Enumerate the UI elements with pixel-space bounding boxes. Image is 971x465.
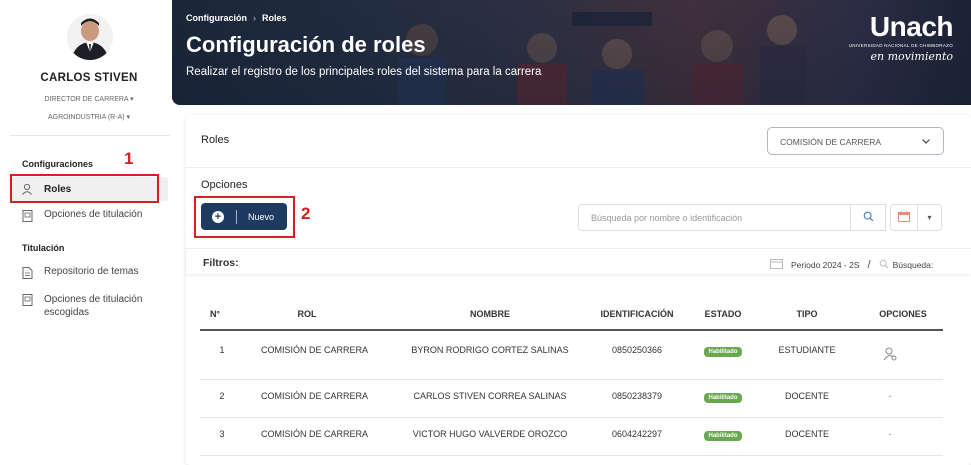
- filter-bar: Filtros: Periodo 2024 - 2S / Búsqueda:: [186, 248, 971, 274]
- status-badge: Habilitado: [704, 393, 742, 403]
- annotation-number-2: 2: [301, 204, 311, 223]
- section-title-configuraciones: Configuraciones: [22, 159, 94, 169]
- breadcrumb-roles: Roles: [262, 13, 287, 23]
- divider: [186, 167, 971, 168]
- divider: [10, 135, 170, 136]
- col-header-tipo: TIPO: [796, 309, 818, 319]
- header-banner: Configuración › Roles Configuración de rol…: [172, 0, 971, 105]
- status-badge: Habilitado: [704, 347, 742, 357]
- filters-label: Filtros:: [203, 257, 239, 269]
- col-header-opciones: OPCIONES: [879, 309, 927, 319]
- sidebar-item-label: Opciones de titulación escogidas: [44, 294, 143, 318]
- sidebar-item-label: Repositorio de temas: [44, 266, 139, 277]
- sidebar-item-opciones-escogidas[interactable]: Opciones de titulación escogidas: [12, 293, 168, 319]
- user-role-select[interactable]: DIRECTOR DE CARRERA ▾: [0, 95, 178, 103]
- period-text: Periodo 2024 - 2S: [791, 259, 860, 270]
- col-header-rol: ROL: [297, 309, 317, 319]
- options-label: Opciones: [201, 179, 248, 191]
- annotation-box-1: [10, 174, 159, 203]
- separator: /: [867, 258, 871, 271]
- card-title: Roles: [201, 134, 230, 146]
- table-row: 2 COMISIÓN DE CARRERA CARLOS STIVEN CORR…: [200, 380, 943, 418]
- unach-logo: Unach UNIVERSIDAD NACIONAL DE CHIMBORAZO…: [848, 11, 954, 64]
- search-input[interactable]: Búsqueda por nombre o identificación: [578, 204, 851, 231]
- search-filter-label: Búsqueda:: [892, 259, 934, 270]
- document-icon: [20, 209, 34, 223]
- sidebar: CARLOS STIVEN DIRECTOR DE CARRERA ▾ AGRO…: [0, 0, 172, 465]
- breadcrumb-configuracion[interactable]: Configuración: [186, 13, 247, 23]
- user-name: CARLOS STIVEN: [40, 72, 138, 84]
- sidebar-item-opciones-titulacion[interactable]: Opciones de titulación: [12, 209, 168, 223]
- table-row: 3 COMISIÓN DE CARRERA VICTOR HUGO VALVER…: [200, 418, 943, 456]
- assign-user-button[interactable]: [880, 347, 900, 363]
- annotation-box-2: [194, 196, 295, 238]
- calendar-button[interactable]: [890, 204, 918, 231]
- search-icon: [879, 259, 889, 271]
- page-title: Configuración de roles: [186, 32, 426, 57]
- col-header-identificacion: IDENTIFICACIÓN: [600, 309, 674, 319]
- col-header-number: N°: [209, 309, 221, 319]
- table-row: 1 COMISIÓN DE CARRERA BYRON RODRIGO CORT…: [200, 333, 943, 380]
- career-select[interactable]: AGROINDUSTRIA (R-A) ▾: [0, 113, 178, 121]
- roles-card: Roles COMISIÓN DE CARRERA Opciones + Nue…: [186, 115, 971, 465]
- period-indicator: Periodo 2024 - 2S / Búsqueda:: [770, 258, 933, 271]
- chevron-right-icon: ›: [253, 13, 256, 23]
- calendar-dropdown-toggle[interactable]: ▾: [918, 204, 942, 231]
- role-select[interactable]: COMISIÓN DE CARRERA: [767, 127, 944, 155]
- caret-down-icon: ▾: [927, 213, 932, 222]
- avatar: [67, 14, 113, 60]
- user-settings-icon: [883, 347, 897, 363]
- search-icon: [863, 209, 874, 227]
- page-subtitle: Realizar el registro de los principales …: [186, 66, 542, 78]
- chevron-down-icon: [921, 136, 931, 148]
- table-header: N° ROL NOMBRE IDENTIFICACIÓN ESTADO TIPO…: [200, 301, 943, 331]
- section-title-titulacion: Titulación: [22, 243, 65, 253]
- col-header-nombre: NOMBRE: [470, 309, 510, 319]
- breadcrumb: Configuración › Roles: [186, 13, 287, 23]
- document-icon: [20, 293, 34, 307]
- status-badge: Habilitado: [704, 431, 742, 441]
- file-list-icon: [20, 266, 34, 280]
- search-button[interactable]: [851, 204, 886, 231]
- sidebar-item-label: Opciones de titulación: [44, 209, 143, 220]
- sidebar-item-repositorio-temas[interactable]: Repositorio de temas: [12, 266, 168, 280]
- calendar-icon: [770, 258, 783, 271]
- calendar-icon: [898, 209, 910, 227]
- col-header-estado: ESTADO: [704, 309, 742, 319]
- annotation-number-1: 1: [124, 149, 134, 168]
